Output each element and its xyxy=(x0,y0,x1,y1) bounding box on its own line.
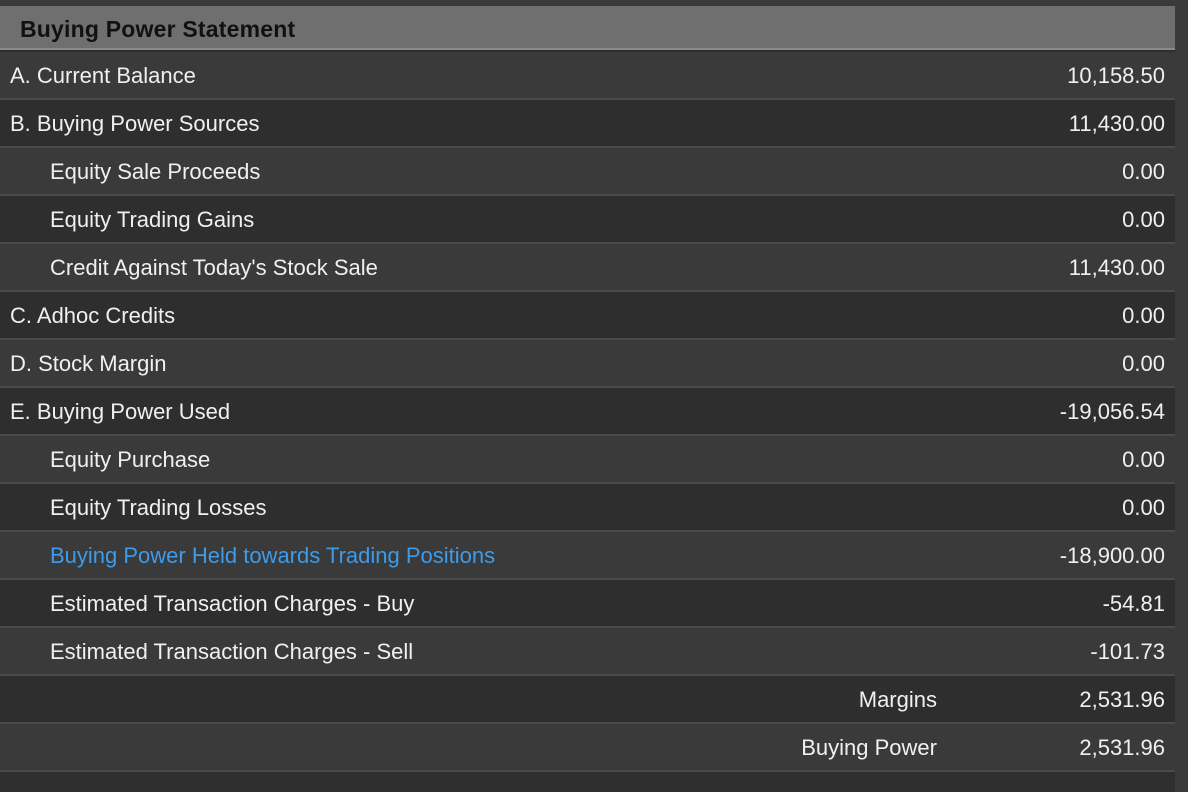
row-value: 0.00 xyxy=(1122,351,1165,376)
row-est-charges-buy: Estimated Transaction Charges - Buy -54.… xyxy=(0,580,1175,628)
row-credit-against-stock-sale: Credit Against Today's Stock Sale 11,430… xyxy=(0,244,1175,292)
row-value: 10,158.50 xyxy=(1067,63,1165,88)
row-label: Estimated Transaction Charges - Sell xyxy=(50,639,414,664)
row-label: A. Current Balance xyxy=(10,63,196,88)
row-current-balance: A. Current Balance 10,158.50 xyxy=(0,52,1175,100)
row-label: Equity Purchase xyxy=(50,447,211,472)
row-label: B. Buying Power Sources xyxy=(10,111,260,136)
row-value: 0.00 xyxy=(1122,207,1165,232)
row-label: Equity Trading Losses xyxy=(50,495,267,520)
scrollbar-track xyxy=(1175,0,1188,792)
row-equity-trading-losses: Equity Trading Losses 0.00 xyxy=(0,484,1175,532)
row-value: 0.00 xyxy=(1122,495,1165,520)
summary-row-margins: Margins 2,531.96 xyxy=(0,676,1175,724)
row-value: 0.00 xyxy=(1122,447,1165,472)
row-value: -54.81 xyxy=(1102,591,1165,616)
row-label: Credit Against Today's Stock Sale xyxy=(50,255,378,280)
row-buying-power-used: E. Buying Power Used -19,056.54 xyxy=(0,388,1175,436)
row-label: C. Adhoc Credits xyxy=(10,303,176,328)
row-equity-purchase: Equity Purchase 0.00 xyxy=(0,436,1175,484)
panel-header: Buying Power Statement xyxy=(0,6,1175,50)
row-label: D. Stock Margin xyxy=(10,351,167,376)
row-value: 0.00 xyxy=(1122,159,1165,184)
row-adhoc-credits: C. Adhoc Credits 0.00 xyxy=(0,292,1175,340)
row-buying-power-held: Buying Power Held towards Trading Positi… xyxy=(0,532,1175,580)
summary-value: 2,531.96 xyxy=(1079,687,1165,712)
row-equity-trading-gains: Equity Trading Gains 0.00 xyxy=(0,196,1175,244)
row-value: 0.00 xyxy=(1122,303,1165,328)
row-buying-power-sources: B. Buying Power Sources 11,430.00 xyxy=(0,100,1175,148)
row-est-charges-sell: Estimated Transaction Charges - Sell -10… xyxy=(0,628,1175,676)
row-label: E. Buying Power Used xyxy=(10,399,231,424)
row-value: 11,430.00 xyxy=(1068,255,1165,280)
summary-label: Margins xyxy=(858,687,937,712)
panel-title: Buying Power Statement xyxy=(20,16,296,42)
summary-label: Buying Power xyxy=(801,735,937,760)
statement-rows: A. Current Balance 10,158.50 B. Buying P… xyxy=(0,52,1175,772)
row-label: Equity Sale Proceeds xyxy=(50,159,261,184)
row-value: -18,900.00 xyxy=(1059,543,1165,568)
row-stock-margin: D. Stock Margin 0.00 xyxy=(0,340,1175,388)
summary-row-buying-power: Buying Power 2,531.96 xyxy=(0,724,1175,772)
summary-value: 2,531.96 xyxy=(1079,735,1165,760)
row-equity-sale-proceeds: Equity Sale Proceeds 0.00 xyxy=(0,148,1175,196)
buying-power-held-link[interactable]: Buying Power Held towards Trading Positi… xyxy=(50,543,495,569)
row-label: Estimated Transaction Charges - Buy xyxy=(50,591,415,616)
row-value: -101.73 xyxy=(1090,639,1165,664)
row-value: 11,430.00 xyxy=(1068,111,1165,136)
row-label: Equity Trading Gains xyxy=(50,207,255,232)
row-value: -19,056.54 xyxy=(1059,399,1165,424)
